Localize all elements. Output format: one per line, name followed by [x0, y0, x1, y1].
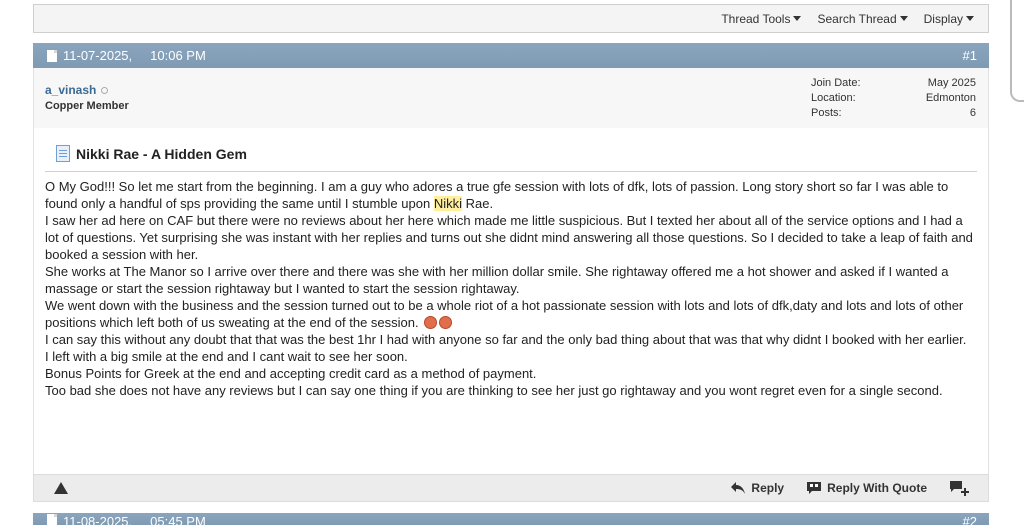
caret-down-icon [899, 16, 908, 21]
text-run: Rae. [461, 196, 494, 211]
text-run: We went down with the business and the s… [45, 298, 964, 330]
search-thread-menu[interactable]: Search Thread [817, 11, 908, 26]
highlighted-word: Nikki [433, 196, 462, 211]
post-icon [47, 49, 57, 62]
join-date-value: May 2025 [927, 77, 976, 89]
paragraph: Bonus Points for Greek at the end and ac… [45, 366, 537, 381]
display-menu[interactable]: Display [924, 12, 974, 26]
post-time: 10:06 PM [150, 48, 206, 63]
offline-status-icon [101, 87, 109, 95]
post-body: Nikki Rae - A Hidden Gem O My God!!! So … [33, 128, 989, 474]
caret-down-icon [793, 16, 802, 21]
post-actions: Reply Reply With Quote [708, 480, 988, 496]
join-date-row: Join Date: May 2025 [811, 76, 976, 91]
post-date: 11-08-2025, [63, 514, 133, 525]
location-row: Location: Edmonton [811, 91, 976, 106]
next-post-header: 11-08-2025, 05:45 PM #2 [33, 513, 989, 525]
reply-label: Reply [751, 481, 785, 495]
post-footer: Reply Reply With Quote [33, 474, 989, 502]
user-rank: Copper Member [45, 100, 129, 112]
user-info: a_vinash Copper Member Join Date: May 20… [33, 68, 989, 128]
post-number-link[interactable]: #2 [963, 514, 977, 525]
location-value: Edmonton [925, 92, 976, 104]
posts-value: 6 [969, 107, 976, 119]
document-icon [56, 145, 70, 162]
thread-toolbar: Thread Tools Search Thread Display [33, 4, 989, 33]
next-post-header-row: 11-08-2025, 05:45 PM #2 [47, 514, 977, 525]
reply-with-quote-label: Reply With Quote [827, 481, 927, 495]
location-label: Location: [811, 92, 856, 104]
paragraph: I can say this without any doubt that th… [45, 332, 967, 347]
reply-arrow-icon [731, 482, 746, 494]
post-header: 11-07-2025, 10:06 PM #1 [33, 43, 989, 68]
paragraph: O My God!!! So let me start from the beg… [45, 178, 978, 212]
thread-tools-menu[interactable]: Thread Tools [721, 11, 802, 26]
reply-button[interactable]: Reply [730, 481, 784, 495]
multi-quote-icon [950, 481, 969, 496]
username-link[interactable]: a_vinash [45, 83, 96, 97]
post-message: O My God!!! So let me start from the beg… [45, 178, 978, 399]
post-icon [47, 514, 57, 525]
text-run: O My God!!! So let me start from the beg… [45, 179, 949, 211]
join-date-label: Join Date: [811, 77, 861, 89]
username-block: a_vinash [45, 83, 109, 97]
posts-row: Posts: 6 [811, 106, 976, 121]
post-title: Nikki Rae - A Hidden Gem [76, 145, 247, 162]
post-date: 11-07-2025, [63, 48, 133, 63]
paragraph: We went down with the business and the s… [45, 297, 978, 331]
thread-tools-label: Thread Tools [721, 11, 791, 26]
paragraph: She works at The Manor so I arrive over … [45, 264, 949, 296]
reply-with-quote-button[interactable]: Reply With Quote [806, 481, 927, 495]
post-time: 05:45 PM [150, 514, 206, 525]
post-title-row: Nikki Rae - A Hidden Gem [56, 145, 247, 162]
paragraph: I saw her ad here on CAF but there were … [45, 213, 973, 262]
post-number-link[interactable]: #1 [963, 48, 977, 63]
caret-down-icon [966, 16, 974, 21]
display-label: Display [923, 11, 963, 26]
user-stats: Join Date: May 2025 Location: Edmonton P… [811, 76, 976, 121]
report-warning-icon[interactable] [54, 482, 68, 494]
hot-face-emoji-icon [424, 316, 438, 329]
hot-face-emoji-icon [439, 316, 453, 329]
multi-quote-button[interactable] [949, 480, 974, 496]
quote-bubble-icon [807, 482, 822, 494]
posts-label: Posts: [811, 107, 842, 119]
paragraph: Too bad she does not have any reviews bu… [45, 383, 943, 398]
scrollbar-edge[interactable] [1010, 0, 1024, 102]
search-thread-label: Search Thread [817, 11, 897, 26]
title-divider [45, 171, 977, 172]
paragraph: I left with a big smile at the end and I… [45, 349, 408, 364]
